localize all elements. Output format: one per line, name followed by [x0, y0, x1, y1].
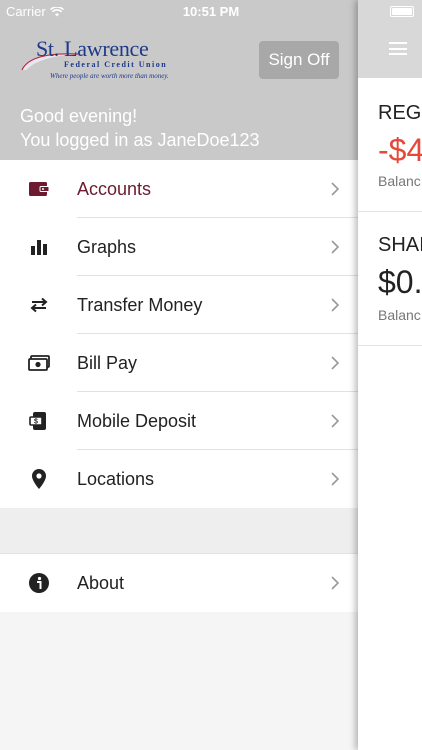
logged-in-text: You logged in as JaneDoe123 — [20, 128, 260, 152]
menu-item-label: Mobile Deposit — [77, 410, 197, 431]
menu-item-label: About — [77, 572, 125, 593]
menu-item-about[interactable]: About — [0, 554, 358, 612]
status-bar: Carrier 10:51 PM — [0, 0, 422, 24]
account-name: REGU — [378, 102, 422, 124]
menu-item-bill-pay[interactable]: Bill Pay — [0, 334, 358, 392]
drawer-header: St. Lawrence Federal Credit Union Where … — [0, 0, 358, 160]
accounts-panel[interactable]: REGU -$4 Balanc SHAI $0. Balanc — [358, 0, 422, 750]
map-pin-icon — [28, 468, 50, 490]
chevron-right-icon — [331, 472, 340, 486]
cash-icon — [28, 352, 50, 374]
menu-item-transfer-money[interactable]: Transfer Money — [0, 276, 358, 334]
wallet-icon — [28, 178, 50, 200]
menu-section-spacer — [0, 508, 358, 554]
chevron-right-icon — [331, 298, 340, 312]
account-card-regular[interactable]: REGU -$4 Balanc — [358, 78, 422, 212]
chevron-right-icon — [331, 414, 340, 428]
logged-in-prefix: You logged in as — [20, 130, 158, 150]
greeting-block: Good evening! You logged in as JaneDoe12… — [20, 104, 260, 152]
main-menu: Accounts Graphs Transfer Money Bill Pay — [0, 160, 358, 508]
menu-item-label: Graphs — [77, 236, 137, 257]
chevron-right-icon — [331, 356, 340, 370]
secondary-menu: About — [0, 554, 358, 612]
clock: 10:51 PM — [182, 4, 240, 19]
logo-tagline: Where people are worth more than money. — [50, 72, 169, 80]
account-balance: $0. — [378, 264, 422, 300]
bar-chart-icon — [28, 236, 50, 258]
menu-item-locations[interactable]: Locations — [0, 450, 358, 508]
battery-icon — [390, 6, 414, 17]
logo-name: St. Lawrence — [36, 36, 149, 61]
account-balance-label: Balanc — [378, 307, 421, 323]
chevron-right-icon — [331, 576, 340, 590]
account-balance-label: Balanc — [378, 173, 421, 189]
username: JaneDoe123 — [157, 130, 260, 150]
account-balance: -$4 — [378, 132, 422, 168]
navigation-drawer: St. Lawrence Federal Credit Union Where … — [0, 0, 358, 750]
menu-item-graphs[interactable]: Graphs — [0, 218, 358, 276]
hamburger-menu-icon[interactable] — [389, 42, 407, 55]
chevron-right-icon — [331, 240, 340, 254]
credit-union-logo: St. Lawrence Federal Credit Union Where … — [20, 36, 170, 84]
account-card-share[interactable]: SHAI $0. Balanc — [358, 212, 422, 346]
svg-text:$: $ — [34, 419, 38, 426]
account-name: SHAI — [378, 234, 422, 256]
menu-item-accounts[interactable]: Accounts — [0, 160, 358, 218]
menu-item-label: Transfer Money — [77, 294, 203, 315]
menu-item-mobile-deposit[interactable]: $ Mobile Deposit — [0, 392, 358, 450]
sign-off-button[interactable]: Sign Off — [259, 41, 339, 79]
menu-item-label: Bill Pay — [77, 352, 138, 373]
chevron-right-icon — [331, 182, 340, 196]
menu-item-label: Accounts — [77, 178, 152, 199]
mobile-check-icon: $ — [28, 410, 50, 432]
greeting-text: Good evening! — [20, 106, 138, 126]
menu-item-label: Locations — [77, 468, 155, 489]
transfer-arrows-icon — [28, 294, 50, 316]
info-icon — [28, 572, 50, 594]
logo-subtitle: Federal Credit Union — [64, 60, 168, 69]
